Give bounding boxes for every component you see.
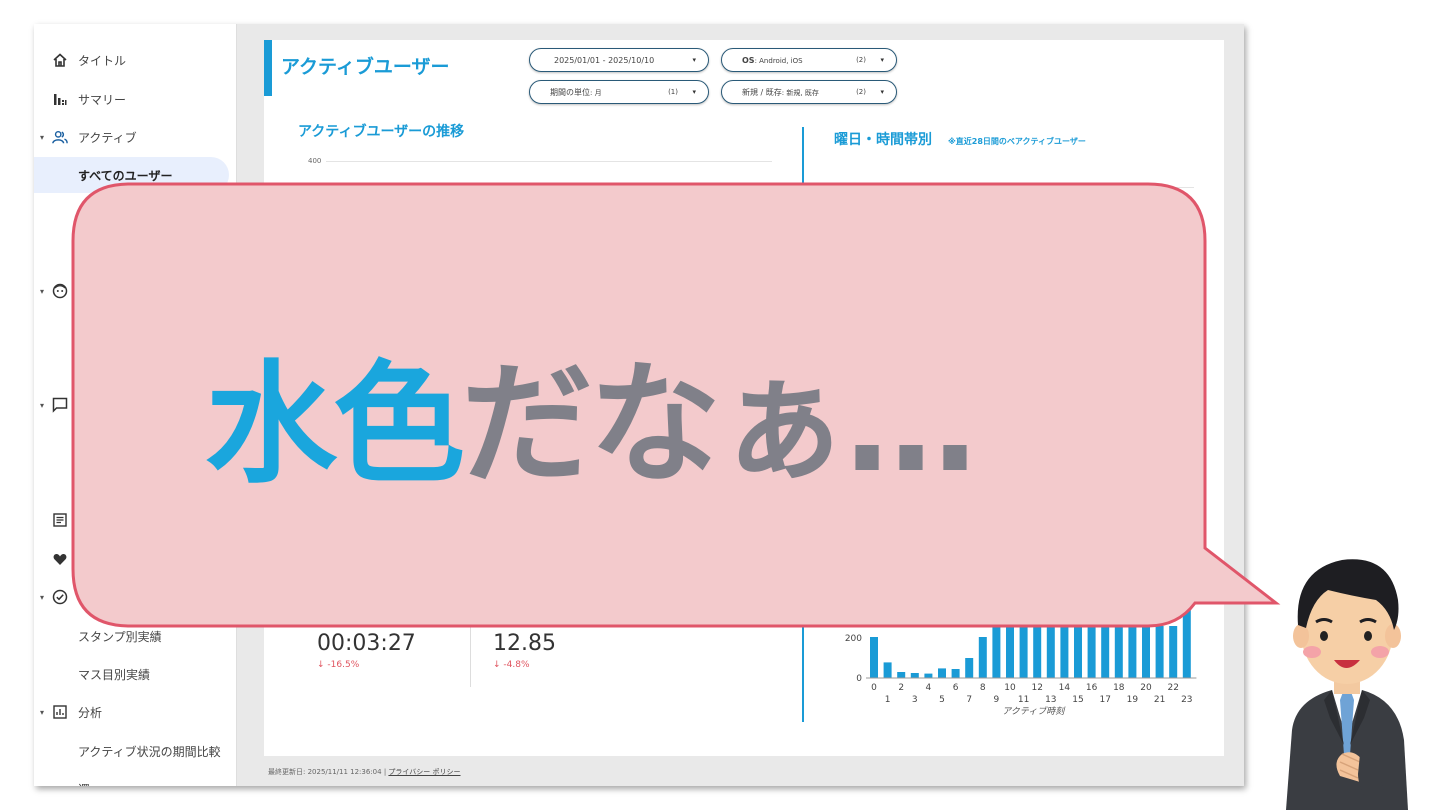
speech-bubble-text: 水色だなぁ…	[205, 318, 977, 509]
businessman-illustration	[1286, 559, 1408, 810]
speech-text-blue: 水色	[205, 348, 465, 502]
speech-text-gray: だなぁ…	[461, 348, 977, 502]
